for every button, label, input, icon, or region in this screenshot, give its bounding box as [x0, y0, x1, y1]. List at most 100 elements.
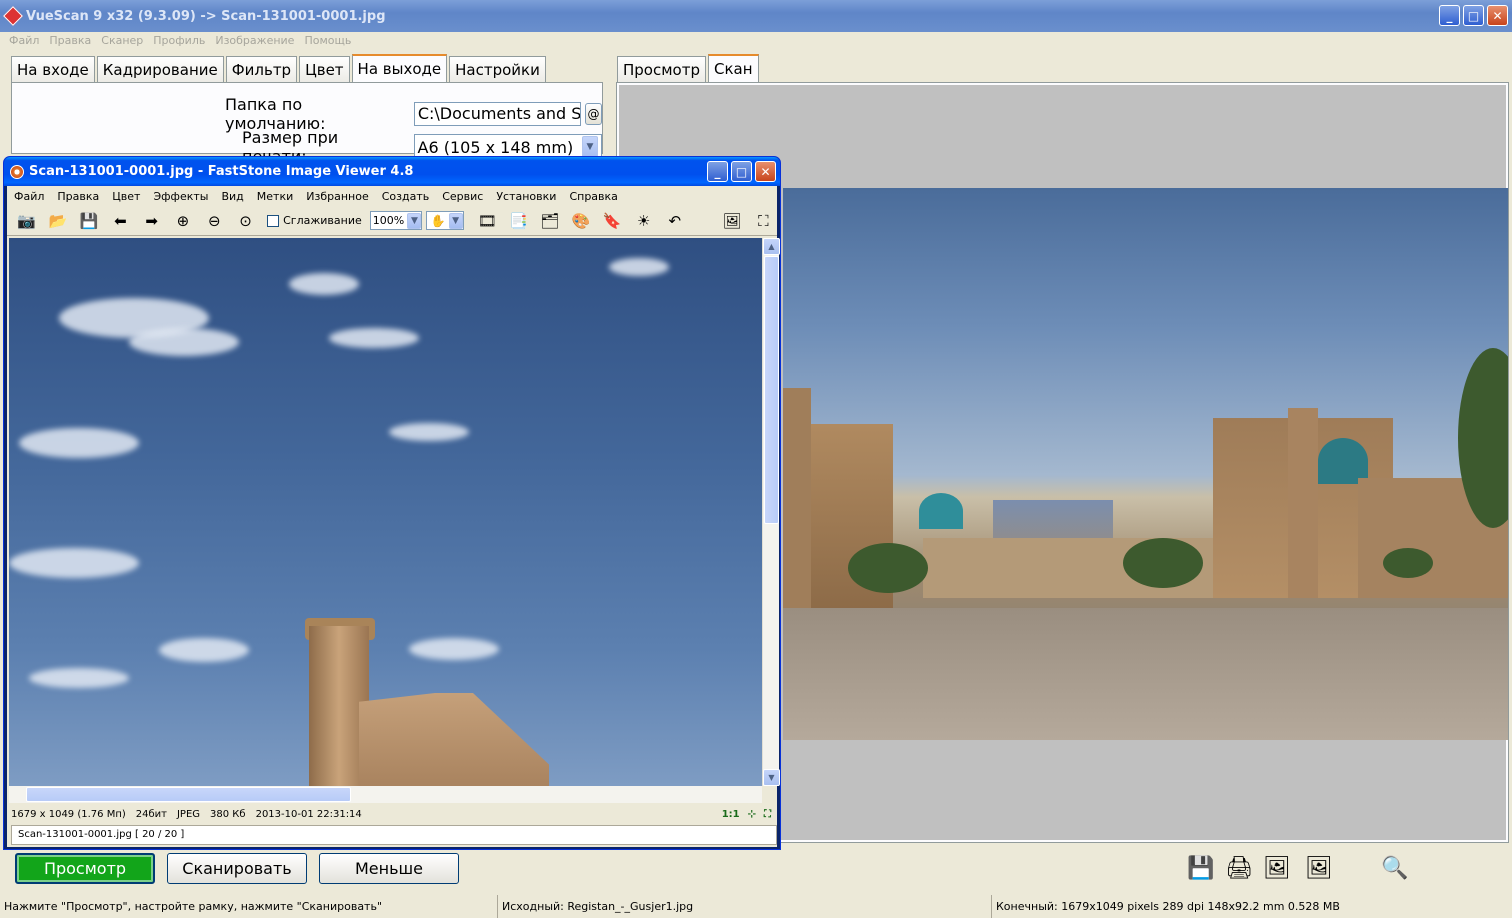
open-folder-icon[interactable]: 📂	[44, 209, 71, 233]
status-output: Конечный: 1679x1049 pixels 289 dpi 148x9…	[996, 900, 1340, 913]
zoom-icon[interactable]: 🔍	[1380, 853, 1410, 883]
tab-preview[interactable]: Просмотр	[617, 56, 706, 82]
scroll-up-icon[interactable]: ▲	[763, 238, 780, 255]
folder-browse-button[interactable]: @	[585, 103, 602, 125]
camera-icon[interactable]: 📷	[13, 209, 40, 233]
fs-menubar: Файл Правка Цвет Эффекты Вид Метки Избра…	[7, 186, 777, 206]
hand-tool-select[interactable]: ✋ ▼	[426, 211, 464, 230]
zoom-in-icon[interactable]: ⊕	[169, 209, 196, 233]
vuescan-app-icon	[3, 6, 23, 26]
print-icon[interactable]: 🖨	[1224, 853, 1254, 883]
menu-edit[interactable]: Правка	[49, 34, 91, 47]
actual-size-icon[interactable]: ⊙	[232, 209, 259, 233]
tab-crop[interactable]: Кадрирование	[96, 56, 224, 82]
status-bar: Нажмите "Просмотр", настройте рамку, наж…	[0, 895, 1512, 918]
next-icon[interactable]: ➡	[138, 209, 165, 233]
fs-image-view[interactable]	[9, 238, 762, 786]
zoom-value: 100%	[372, 214, 405, 227]
status-hint: Нажмите "Просмотр", настройте рамку, наж…	[0, 895, 498, 918]
fs-close-button[interactable]: ✕	[755, 161, 776, 182]
scan-button[interactable]: Сканировать	[167, 853, 307, 884]
smoothing-checkbox[interactable]: Сглаживание	[267, 214, 362, 227]
hscroll-thumb[interactable]	[26, 787, 351, 802]
preview-button[interactable]: Просмотр	[15, 853, 155, 884]
tab-output[interactable]: На выходе	[351, 54, 448, 82]
fs-image-info: 1679 x 1049 (1.76 Mп) 24бит JPEG 380 Кб …	[9, 805, 777, 824]
rotate-right-icon[interactable]: 🖼	[1304, 853, 1334, 883]
slideshow-icon[interactable]: 🎞	[474, 209, 501, 233]
tab-color[interactable]: Цвет	[299, 56, 350, 82]
undo-icon[interactable]: ↶	[661, 209, 688, 233]
vuescan-window-title: VueScan 9 x32 (9.3.09) -> Scan-131001-00…	[26, 8, 386, 24]
fs-menu-settings[interactable]: Установки	[496, 190, 556, 203]
fit-icon[interactable]: ⊹	[748, 809, 756, 820]
fs-minimize-button[interactable]: _	[707, 161, 728, 182]
fs-menu-favorites[interactable]: Избранное	[306, 190, 368, 203]
wallpaper-icon[interactable]: 🖼	[718, 209, 745, 233]
image-dimensions: 1679 x 1049 (1.76 Mп)	[11, 809, 126, 820]
previous-icon[interactable]: ⬅	[107, 209, 134, 233]
fs-menu-file[interactable]: Файл	[14, 190, 44, 203]
menu-scanner[interactable]: Сканер	[101, 34, 143, 47]
fs-menu-create[interactable]: Создать	[382, 190, 430, 203]
tab-scan[interactable]: Скан	[707, 54, 759, 82]
image-tools: 💾 🖨 🖼 🖼 🔍	[1186, 853, 1410, 883]
fs-menu-service[interactable]: Сервис	[442, 190, 483, 203]
fs-menu-view[interactable]: Вид	[221, 190, 243, 203]
horizontal-scrollbar[interactable]	[9, 786, 762, 803]
scroll-thumb[interactable]	[764, 256, 779, 524]
fs-menu-color[interactable]: Цвет	[112, 190, 140, 203]
zoom-select[interactable]: 100% ▼	[369, 211, 423, 230]
menu-profile[interactable]: Профиль	[153, 34, 205, 47]
faststone-app-icon	[10, 164, 24, 179]
vertical-scrollbar[interactable]: ▲ ▼	[762, 238, 780, 786]
maximize-button[interactable]: □	[1463, 5, 1484, 26]
fs-menu-tags[interactable]: Метки	[257, 190, 293, 203]
print-size-value: A6 (105 x 148 mm)	[417, 137, 574, 157]
chevron-down-icon[interactable]: ▼	[448, 212, 463, 229]
image-size: 380 Кб	[210, 809, 246, 820]
tab-filter[interactable]: Фильтр	[225, 56, 298, 82]
tab-prefs[interactable]: Настройки	[449, 56, 546, 82]
stamp-icon[interactable]: 🔖	[599, 209, 626, 233]
menu-file[interactable]: Файл	[9, 34, 39, 47]
menu-help[interactable]: Помощь	[304, 34, 351, 47]
menu-image[interactable]: Изображение	[215, 34, 294, 47]
faststone-titlebar: Scan-131001-0001.jpg - FastStone Image V…	[4, 157, 780, 186]
minimize-button[interactable]: _	[1439, 5, 1460, 26]
view-tabs: Просмотр Скан	[617, 54, 761, 82]
fullscreen-icon[interactable]: ⛶	[750, 209, 777, 233]
hand-icon: ✋	[430, 213, 446, 228]
chevron-down-icon[interactable]: ▼	[582, 136, 598, 158]
save-icon[interactable]: 💾	[1186, 853, 1216, 883]
resize-icon[interactable]: 📑	[505, 209, 532, 233]
fs-menu-effects[interactable]: Эффекты	[153, 190, 208, 203]
fs-file-line: Scan-131001-0001.jpg [ 20 / 20 ]	[11, 825, 777, 845]
default-folder-input[interactable]: C:\Documents and Set	[413, 102, 582, 126]
crop-icon[interactable]: 🗂	[536, 209, 563, 233]
checkbox-box[interactable]	[267, 214, 280, 227]
zoom-out-icon[interactable]: ⊖	[201, 209, 228, 233]
scroll-down-icon[interactable]: ▼	[763, 769, 780, 786]
fs-maximize-button[interactable]: □	[731, 161, 752, 182]
close-button[interactable]: ✕	[1487, 5, 1508, 26]
rotate-left-icon[interactable]: 🖼	[1262, 853, 1292, 883]
fullscreen-small-icon[interactable]: ⛶	[764, 809, 771, 820]
chevron-down-icon[interactable]: ▼	[407, 212, 422, 229]
vuescan-titlebar: VueScan 9 x32 (9.3.09) -> Scan-131001-00…	[0, 0, 1512, 32]
faststone-window: Scan-131001-0001.jpg - FastStone Image V…	[3, 156, 781, 850]
image-format: JPEG	[176, 809, 201, 820]
color-icon[interactable]: 🎨	[567, 209, 594, 233]
brightness-icon[interactable]: ☀	[630, 209, 657, 233]
ratio-button[interactable]: 1:1	[722, 809, 740, 820]
output-settings-panel: Папка по умолчанию: C:\Documents and Set…	[11, 82, 603, 166]
settings-tabs: На входе Кадрирование Фильтр Цвет На вых…	[11, 54, 548, 82]
tab-input[interactable]: На входе	[11, 56, 95, 82]
fs-menu-edit[interactable]: Правка	[57, 190, 99, 203]
image-bits: 24бит	[135, 809, 167, 820]
fs-toolbar: 📷 📂 💾 ⬅ ➡ ⊕ ⊖ ⊙ Сглаживание 100% ▼ ✋ ▼ 🎞…	[7, 206, 777, 236]
less-button[interactable]: Меньше	[319, 853, 459, 884]
vuescan-menubar: Файл Правка Сканер Профиль Изображение П…	[0, 32, 1512, 48]
save-icon[interactable]: 💾	[76, 209, 103, 233]
fs-menu-help[interactable]: Справка	[569, 190, 617, 203]
